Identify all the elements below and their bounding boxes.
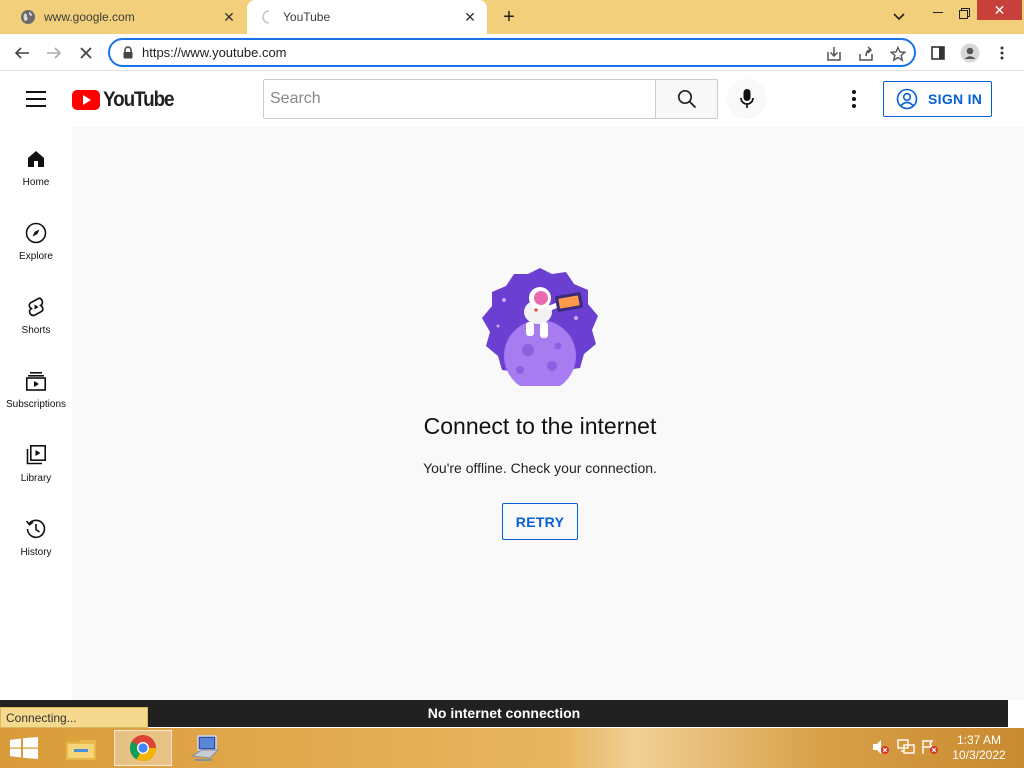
taskbar-clock[interactable]: 1:37 AM 10/3/2022 xyxy=(948,733,1010,763)
profile-avatar-icon[interactable] xyxy=(958,41,982,65)
close-tab-icon[interactable]: ✕ xyxy=(461,8,479,26)
search-icon xyxy=(677,89,696,109)
search-box xyxy=(263,79,656,119)
sidebar-item-explore[interactable]: Explore xyxy=(0,201,72,275)
chrome-icon xyxy=(129,735,157,762)
volume-muted-icon[interactable] xyxy=(872,738,890,756)
new-tab-button[interactable]: + xyxy=(498,6,520,28)
library-icon xyxy=(24,443,48,467)
no-connection-toast: No internet connection xyxy=(0,700,1008,727)
clock-time: 1:37 AM xyxy=(956,733,1002,747)
taskbar-file-explorer[interactable] xyxy=(52,730,110,766)
home-icon xyxy=(24,147,48,171)
close-tab-icon[interactable]: ✕ xyxy=(220,8,238,26)
network-computer-icon xyxy=(190,735,220,761)
windows-taskbar: 1:37 AM 10/3/2022 xyxy=(0,728,1024,768)
back-arrow-icon[interactable] xyxy=(10,41,34,65)
youtube-masthead: YouTube SIGN IN xyxy=(0,71,1024,127)
taskbar-chrome[interactable] xyxy=(114,730,172,766)
youtube-play-icon xyxy=(72,90,100,110)
browser-status-bubble: Connecting... xyxy=(0,707,148,728)
sidebar-item-label: Shorts xyxy=(21,325,51,336)
stop-loading-icon[interactable] xyxy=(74,41,98,65)
sidebar-item-label: Explore xyxy=(19,251,53,262)
sidebar-item-subscriptions[interactable]: Subscriptions xyxy=(0,349,72,423)
tab-title: YouTube xyxy=(283,10,331,24)
globe-icon xyxy=(21,10,35,24)
youtube-wordmark: YouTube xyxy=(103,88,175,111)
account-circle-icon xyxy=(896,88,918,110)
sign-in-label: SIGN IN xyxy=(928,91,983,107)
browser-menu-icon[interactable] xyxy=(990,41,1014,65)
clock-date: 10/3/2022 xyxy=(952,748,1006,762)
search-button[interactable] xyxy=(655,79,718,119)
shorts-icon xyxy=(24,295,48,319)
mini-guide-sidebar: Home Explore Shorts Subscriptions Librar… xyxy=(0,127,72,700)
main-content: Connect to the internet You're offline. … xyxy=(72,127,1024,700)
voice-search-button[interactable] xyxy=(727,79,767,119)
tab-google[interactable]: www.google.com ✕ xyxy=(0,0,246,34)
youtube-logo[interactable]: YouTube xyxy=(72,88,181,112)
browser-tabstrip: www.google.com ✕ YouTube ✕ + ✕ xyxy=(0,0,1024,34)
sign-in-button[interactable]: SIGN IN xyxy=(883,81,992,117)
search-input[interactable] xyxy=(264,80,656,118)
install-app-icon[interactable] xyxy=(824,44,844,64)
microphone-icon xyxy=(740,89,754,108)
browser-toolbar: https://www.youtube.com xyxy=(0,34,1024,71)
sidebar-item-label: Subscriptions xyxy=(5,399,67,410)
sidebar-item-shorts[interactable]: Shorts xyxy=(0,275,72,349)
sidebar-item-label: Home xyxy=(22,177,50,188)
compass-icon xyxy=(24,221,48,245)
offline-astronaut-illustration xyxy=(482,268,598,386)
network-status-icon[interactable] xyxy=(897,738,915,756)
tab-title: www.google.com xyxy=(44,10,135,24)
history-icon xyxy=(24,517,48,541)
lock-icon xyxy=(123,46,133,59)
bookmark-star-icon[interactable] xyxy=(888,44,908,64)
tab-search-chevron-icon[interactable] xyxy=(888,6,910,28)
windows-start-icon[interactable] xyxy=(10,737,38,759)
settings-menu-icon[interactable] xyxy=(844,88,864,110)
hamburger-menu-icon[interactable] xyxy=(26,91,46,107)
share-icon[interactable] xyxy=(856,44,876,64)
sidebar-item-home[interactable]: Home xyxy=(0,127,72,201)
minimize-icon[interactable] xyxy=(925,0,951,26)
url-text: https://www.youtube.com xyxy=(142,45,287,60)
offline-subtitle: You're offline. Check your connection. xyxy=(423,460,657,476)
forward-arrow-icon[interactable] xyxy=(42,41,66,65)
file-explorer-icon xyxy=(66,737,96,760)
subscriptions-icon xyxy=(24,369,48,393)
retry-button[interactable]: RETRY xyxy=(502,503,578,540)
loading-spinner-icon xyxy=(262,10,270,24)
sidebar-item-label: Library xyxy=(20,473,52,484)
side-panel-icon[interactable] xyxy=(926,41,950,65)
sidebar-item-history[interactable]: History xyxy=(0,497,72,571)
restore-icon[interactable] xyxy=(951,0,977,26)
sidebar-item-label: History xyxy=(20,547,52,558)
tab-youtube[interactable]: YouTube ✕ xyxy=(247,0,487,34)
address-bar[interactable]: https://www.youtube.com xyxy=(108,38,916,67)
taskbar-network-app[interactable] xyxy=(176,730,234,766)
window-close-icon[interactable]: ✕ xyxy=(977,0,1022,20)
action-center-flag-icon[interactable] xyxy=(921,738,939,756)
sidebar-item-library[interactable]: Library xyxy=(0,423,72,497)
offline-title: Connect to the internet xyxy=(423,413,657,439)
